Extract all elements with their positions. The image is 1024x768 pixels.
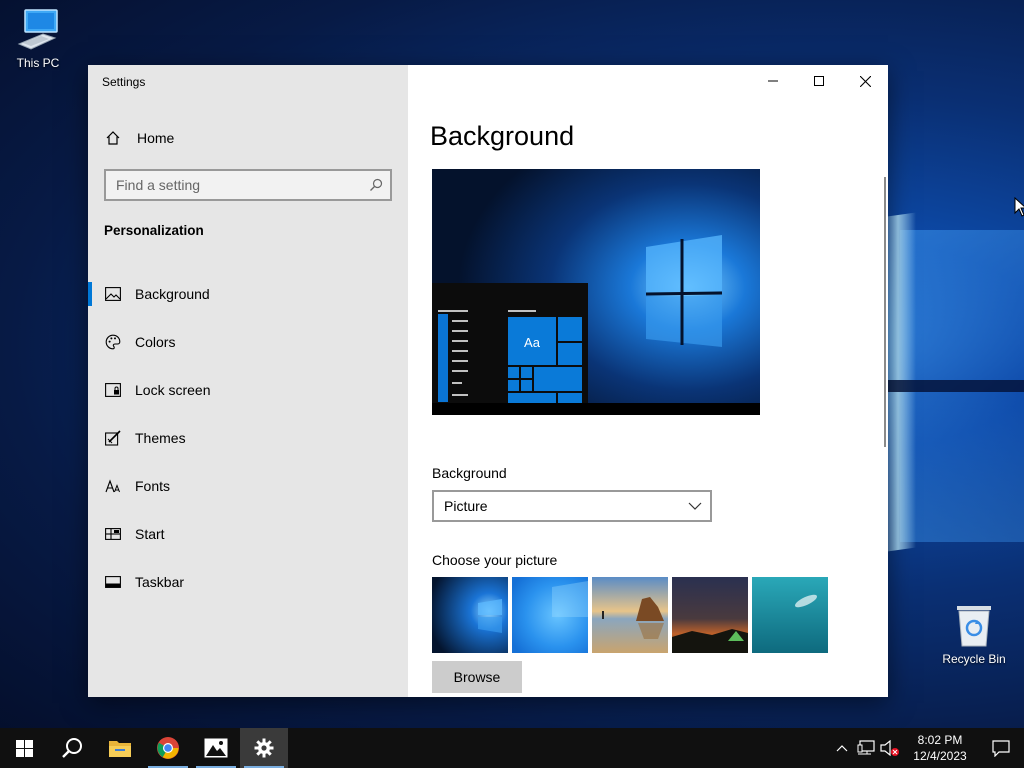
settings-nav-pane: Settings Home Find a setting Personaliza… [88,65,408,697]
nav-item-fonts[interactable]: Fonts [88,462,408,510]
taskbar-photos[interactable] [192,728,240,768]
picture-thumbnail-blue-glow[interactable] [512,577,588,653]
clock-time: 8:02 PM [917,733,963,747]
nav-item-background[interactable]: Background [88,270,408,318]
nav-item-label: Colors [135,334,176,350]
action-center-button[interactable] [978,728,1024,768]
picture-thumbnail-beach-rocks[interactable] [592,577,668,653]
settings-content-pane: Background Aa Background Picture Choose … [408,65,888,697]
home-icon [105,130,121,146]
taskbar-search-button[interactable] [48,728,96,768]
settings-icon [254,738,274,758]
close-icon [859,75,871,87]
nav-item-colors[interactable]: Colors [88,318,408,366]
clock[interactable]: 8:02 PM 12/4/2023 [902,732,978,764]
taskbar-file-explorer[interactable] [96,728,144,768]
minimize-button[interactable] [750,65,796,97]
choose-picture-label: Choose your picture [432,552,558,568]
start-icon [105,526,121,542]
show-hidden-icons-button[interactable] [830,728,854,768]
search-input[interactable]: Find a setting [104,169,392,201]
picture-thumbnail-underwater[interactable] [752,577,828,653]
caption-buttons [750,65,888,97]
taskbar-chrome[interactable] [144,728,192,768]
computer-icon [17,9,58,50]
settings-window: Settings Home Find a setting Personaliza… [88,65,888,697]
maximize-icon [814,76,824,86]
wallpaper-preview-image: Aa [432,169,760,415]
chevron-down-icon [680,502,710,510]
network-icon [857,740,875,755]
nav-item-label: Taskbar [135,574,185,590]
system-tray: 8:02 PM 12/4/2023 [830,728,1024,768]
nav-item-label: Background [135,286,210,302]
this-pc-label: This PC [16,56,60,70]
background-type-dropdown[interactable]: Picture [432,490,712,522]
picture-thumbnails [432,577,828,653]
page-title: Background [430,121,575,151]
recycle-bin-label: Recycle Bin [942,652,1006,666]
picture-thumbnail-night-sky[interactable] [672,577,748,653]
search-icon [362,178,390,192]
palette-icon [105,334,121,350]
windows-start-icon [15,739,33,757]
picture-thumbnail-windows[interactable] [432,577,508,653]
nav-item-label: Lock screen [135,382,211,398]
wallpaper-glow [900,230,1024,380]
nav-item-themes[interactable]: Themes [88,414,408,462]
network-button[interactable] [854,728,878,768]
dropdown-value: Picture [444,498,488,514]
taskbar-settings[interactable] [240,728,288,768]
browse-button[interactable]: Browse [432,661,522,693]
window-title: Settings [102,75,146,89]
photos-icon [204,738,228,758]
nav-item-taskbar[interactable]: Taskbar [88,558,408,606]
taskbar-icon [105,574,121,590]
nav-item-label: Start [135,526,165,542]
recycle-bin-icon [957,606,991,647]
nav-home[interactable]: Home [88,121,408,155]
themes-icon [105,430,121,446]
start-button[interactable] [0,728,48,768]
wallpaper-glow [900,392,1024,542]
minimize-icon [768,80,778,82]
scrollbar[interactable] [884,177,886,447]
close-button[interactable] [842,65,888,97]
nav-item-lock-screen[interactable]: Lock screen [88,366,408,414]
nav-item-label: Themes [135,430,186,446]
clock-date: 12/4/2023 [913,749,967,763]
maximize-button[interactable] [796,65,842,97]
mouse-cursor-icon [1014,197,1024,217]
chevron-up-icon [836,745,848,752]
notification-icon [992,739,1010,757]
picture-icon [105,286,121,302]
personalization-nav-list: Background Colors Lock screen Themes Fon… [88,270,408,606]
preview-tile-text: Aa [524,335,541,350]
nav-home-label: Home [137,130,175,146]
volume-muted-icon [880,740,899,756]
search-icon [62,738,82,758]
file-explorer-icon [109,741,131,757]
lock-screen-icon [105,382,121,398]
background-preview: Aa [432,169,760,415]
search-placeholder: Find a setting [116,177,201,193]
recycle-bin-desktop-icon[interactable]: Recycle Bin [938,602,1010,666]
volume-button[interactable] [878,728,902,768]
chrome-icon [157,737,179,759]
fonts-icon [105,478,121,494]
this-pc-desktop-icon[interactable]: This PC [2,8,74,70]
section-heading: Personalization [104,223,204,238]
wallpaper-glow [888,380,1024,392]
nav-item-start[interactable]: Start [88,510,408,558]
taskbar: 8:02 PM 12/4/2023 [0,728,1024,768]
nav-item-label: Fonts [135,478,171,494]
background-label: Background [432,465,507,481]
